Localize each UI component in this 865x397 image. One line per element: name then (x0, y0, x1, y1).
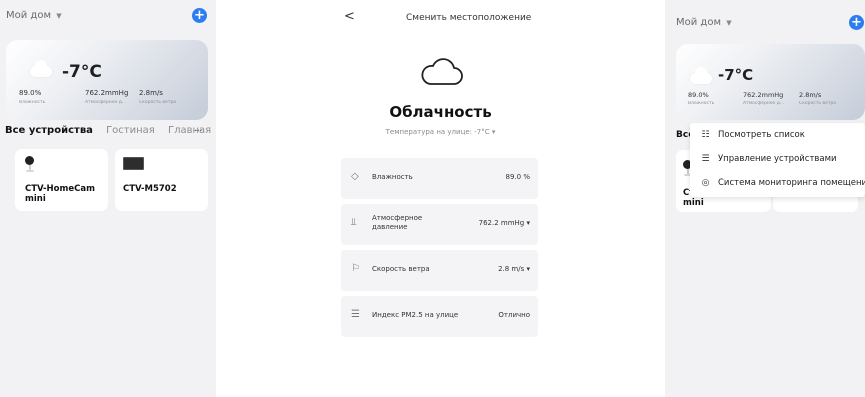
home-screen-menu-open: Мой дом ▼ + -7°C 89.0% Влажность 762.2mm… (665, 0, 865, 397)
pressure-value: 762.2mmHg (743, 91, 784, 99)
monitor-system-icon: ◎ (701, 178, 710, 188)
humidity-label: Влажность (688, 101, 715, 106)
wind-label: Скорость ветра (799, 101, 837, 106)
tab-main[interactable]: Главная (168, 125, 211, 136)
wind-row[interactable]: ⚐ Скорость ветра 2.8 m/s ▾ (341, 250, 538, 291)
wind-value: 2.8m/s (799, 91, 822, 99)
back-icon[interactable]: < (344, 9, 355, 24)
cloud-icon (421, 58, 463, 85)
menu-item-view-list[interactable]: ☷ Посмотреть список (699, 130, 805, 140)
device-name: CTV-HomeCam mini (25, 184, 95, 204)
grid-list-icon: ☷ (701, 130, 710, 140)
drop-icon: ◇ (351, 171, 359, 182)
row-label: Атмосферное давление (372, 214, 423, 231)
pressure-label: Атмосферное д... (743, 101, 785, 106)
device-card-m5702[interactable]: CTV-M5702 (115, 149, 208, 211)
cloud-icon (30, 60, 52, 77)
manage-icon: ☰ (701, 154, 710, 164)
weather-condition: Облачность (389, 103, 492, 121)
tab-all-devices[interactable]: Все устройства (5, 125, 93, 136)
wind-value: 2.8m/s (139, 89, 163, 97)
row-value: Отлично (498, 311, 530, 319)
row-value: 762.2 mmHg ▾ (478, 219, 530, 227)
pressure-value: 762.2mmHg (85, 89, 129, 97)
weather-temperature: -7°C (62, 62, 102, 82)
row-label: Скорость ветра (372, 265, 430, 273)
weather-card[interactable]: -7°C 89.0% Влажность 762.2mmHg Атмосферн… (6, 40, 208, 120)
menu-item-label: Система мониторинга помещений (718, 178, 865, 188)
humidity-value: 89.0% (688, 91, 709, 99)
tab-living-room[interactable]: Гостиная (106, 125, 155, 136)
pressure-row[interactable]: ⫫ Атмосферное давление 762.2 mmHg ▾ (341, 204, 538, 245)
row-value: 89.0 % (505, 173, 530, 181)
wind-label: Скорость ветра (139, 100, 177, 105)
monitor-icon (123, 157, 144, 170)
pressure-label: Атмосферное д... (85, 100, 127, 105)
add-menu-dropdown: ☷ Посмотреть список ☰ Управление устройств… (690, 123, 865, 197)
more-icon[interactable]: ··· (194, 124, 202, 137)
pm25-icon: ☰ (351, 309, 360, 320)
row-label: Влажность (372, 173, 413, 181)
outside-temperature-selector[interactable]: Температура на улице: -7°C ▾ (216, 128, 665, 136)
weather-detail-screen: < Сменить местоположение Облачность Темп… (216, 0, 665, 397)
humidity-label: Влажность (19, 100, 46, 105)
device-name: CTV-M5702 (123, 184, 177, 194)
caret-down-icon: ▼ (726, 19, 732, 27)
weather-card[interactable]: -7°C 89.0% Влажность 762.2mmHg Атмосферн… (676, 44, 865, 120)
pressure-icon: ⫫ (351, 217, 357, 228)
caret-down-icon: ▼ (56, 12, 62, 20)
menu-item-room-monitoring[interactable]: ◎ Система мониторинга помещений (699, 178, 865, 188)
home-screen: Мой дом ▼ + -7°C 89.0% Влажность 762.2mm… (0, 0, 216, 397)
home-title: Мой дом (676, 17, 721, 28)
home-selector[interactable]: Мой дом ▼ (676, 17, 732, 28)
pm25-row: ☰ Индекс PM2.5 на улице Отлично (341, 296, 538, 337)
home-title: Мой дом (6, 10, 51, 21)
humidity-row: ◇ Влажность 89.0 % (341, 158, 538, 199)
room-tabs: Все устройства Гостиная Главная (5, 125, 216, 136)
camera-icon (25, 156, 34, 172)
cloud-icon (690, 67, 712, 84)
device-card-homecam[interactable]: CTV-HomeCam mini (15, 149, 108, 211)
menu-item-manage-devices[interactable]: ☰ Управление устройствами (699, 154, 837, 164)
add-button[interactable]: + (192, 8, 207, 23)
menu-item-label: Посмотреть список (718, 130, 805, 140)
menu-item-label: Управление устройствами (718, 154, 837, 164)
humidity-value: 89.0% (19, 89, 42, 97)
flag-icon: ⚐ (351, 263, 360, 274)
weather-temperature: -7°C (718, 66, 754, 84)
change-location-button[interactable]: Сменить местоположение (406, 13, 531, 23)
row-label: Индекс PM2.5 на улице (372, 311, 459, 319)
home-selector[interactable]: Мой дом ▼ (6, 10, 62, 21)
add-button[interactable]: + (849, 15, 864, 30)
row-value: 2.8 m/s ▾ (498, 265, 530, 273)
